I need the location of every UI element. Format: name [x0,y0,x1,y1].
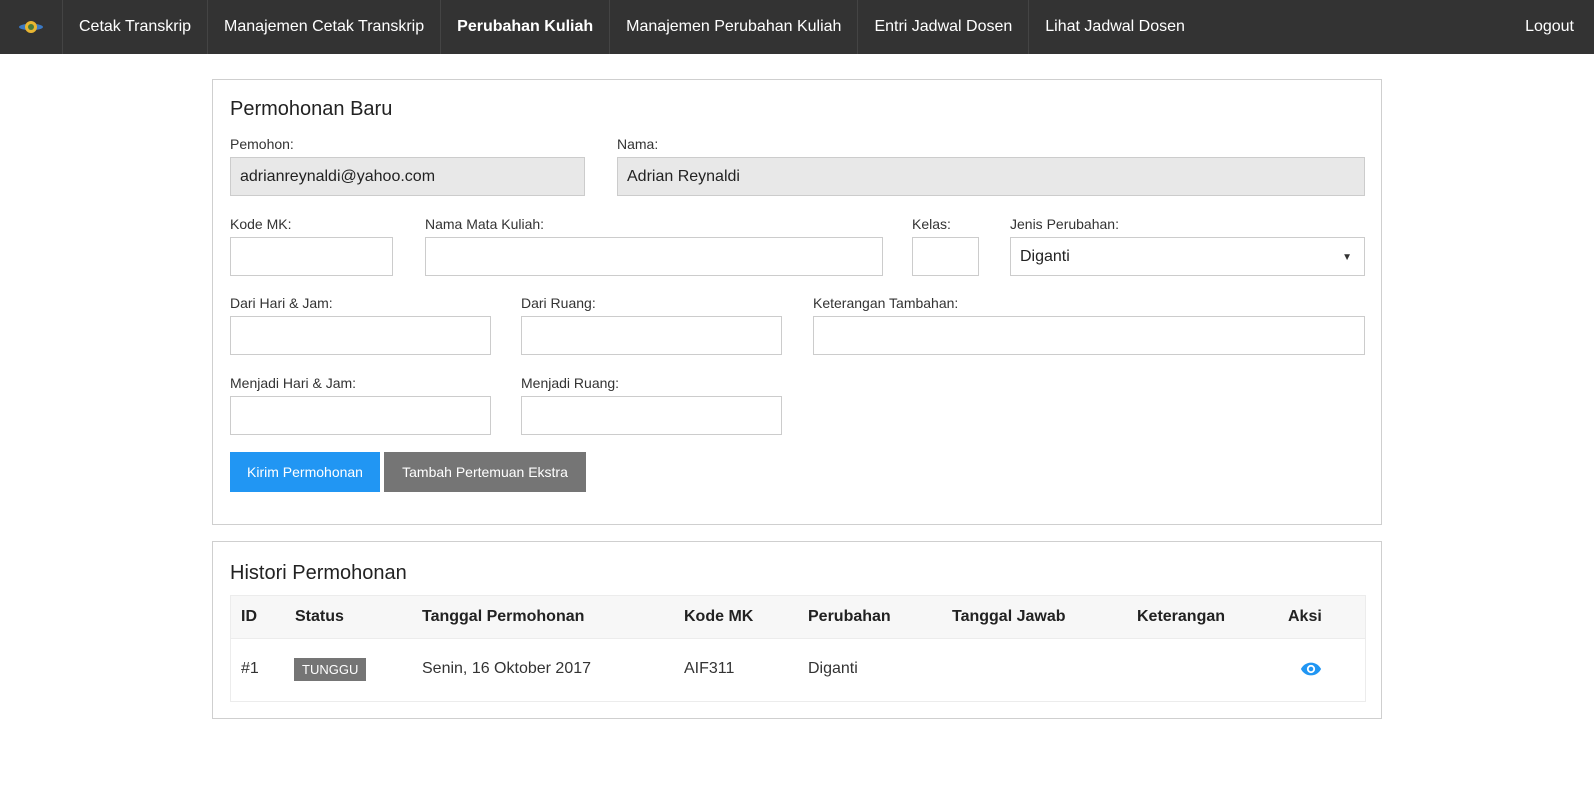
table-row: #1 TUNGGU Senin, 16 Oktober 2017 AIF311 … [231,639,1365,701]
jenis-perubahan-value: Diganti [1020,247,1070,265]
dari-ruang-label: Dari Ruang: [521,295,596,311]
new-request-panel: Permohonan Baru Pemohon: Nama: Kode MK: … [212,79,1382,525]
menjadi-ruang-label: Menjadi Ruang: [521,375,620,391]
row-id: #1 [241,660,259,677]
nav-entri-jadwal-dosen[interactable]: Entri Jadwal Dosen [858,0,1030,54]
logo-icon[interactable] [0,0,63,54]
dari-hari-input[interactable] [230,316,491,355]
menjadi-hari-input[interactable] [230,396,491,435]
row-tanggal: Senin, 16 Oktober 2017 [422,660,592,677]
col-perubahan: Perubahan [808,608,891,625]
jenis-perubahan-label: Jenis Perubahan: [1010,216,1119,232]
status-badge: TUNGGU [294,658,367,681]
table-header: ID Status Tanggal Permohonan Kode MK Per… [231,596,1365,639]
col-tanggal-permohonan: Tanggal Permohonan [422,608,585,625]
history-title: Histori Permohonan [230,562,407,584]
kirim-permohonan-button[interactable]: Kirim Permohonan [230,452,380,492]
history-table: ID Status Tanggal Permohonan Kode MK Per… [230,595,1366,702]
nama-mk-input[interactable] [425,237,883,276]
pemohon-field[interactable] [230,157,585,196]
pemohon-label: Pemohon: [230,136,294,152]
col-status: Status [295,608,344,625]
jenis-perubahan-select[interactable]: Diganti ▼ [1010,237,1365,276]
caret-down-icon: ▼ [1342,252,1352,263]
col-aksi: Aksi [1288,608,1322,625]
row-kode-mk: AIF311 [684,660,735,677]
kode-mk-label: Kode MK: [230,216,292,232]
nama-mk-label: Nama Mata Kuliah: [425,216,545,232]
col-keterangan: Keterangan [1137,608,1226,625]
nav-manajemen-perubahan-kuliah[interactable]: Manajemen Perubahan Kuliah [610,0,859,54]
dari-ruang-input[interactable] [521,316,782,355]
dari-hari-label: Dari Hari & Jam: [230,295,333,311]
kelas-label: Kelas: [912,216,951,232]
menjadi-ruang-input[interactable] [521,396,782,435]
keterangan-input[interactable] [813,316,1365,355]
nav-lihat-jadwal-dosen[interactable]: Lihat Jadwal Dosen [1029,0,1201,54]
kelas-input[interactable] [912,237,979,276]
kode-mk-input[interactable] [230,237,393,276]
col-id: ID [241,608,257,625]
col-tanggal-jawab: Tanggal Jawab [952,608,1066,625]
top-navbar: Cetak Transkrip Manajemen Cetak Transkri… [0,0,1594,54]
nav-manajemen-cetak-transkrip[interactable]: Manajemen Cetak Transkrip [208,0,442,54]
nav-perubahan-kuliah[interactable]: Perubahan Kuliah [441,0,611,54]
panel-title: Permohonan Baru [230,98,393,120]
nama-label: Nama: [617,136,659,152]
nama-field[interactable] [617,157,1365,196]
eye-icon[interactable] [1300,658,1322,683]
col-kode-mk: Kode MK [684,608,754,625]
menjadi-hari-label: Menjadi Hari & Jam: [230,375,357,391]
logout-link[interactable]: Logout [1509,0,1594,54]
keterangan-label: Keterangan Tambahan: [813,295,959,311]
nav-cetak-transkrip[interactable]: Cetak Transkrip [63,0,209,54]
tambah-pertemuan-ekstra-button[interactable]: Tambah Pertemuan Ekstra [384,452,586,492]
row-perubahan: Diganti [808,660,858,677]
history-panel: Histori Permohonan ID Status Tanggal Per… [212,541,1382,719]
